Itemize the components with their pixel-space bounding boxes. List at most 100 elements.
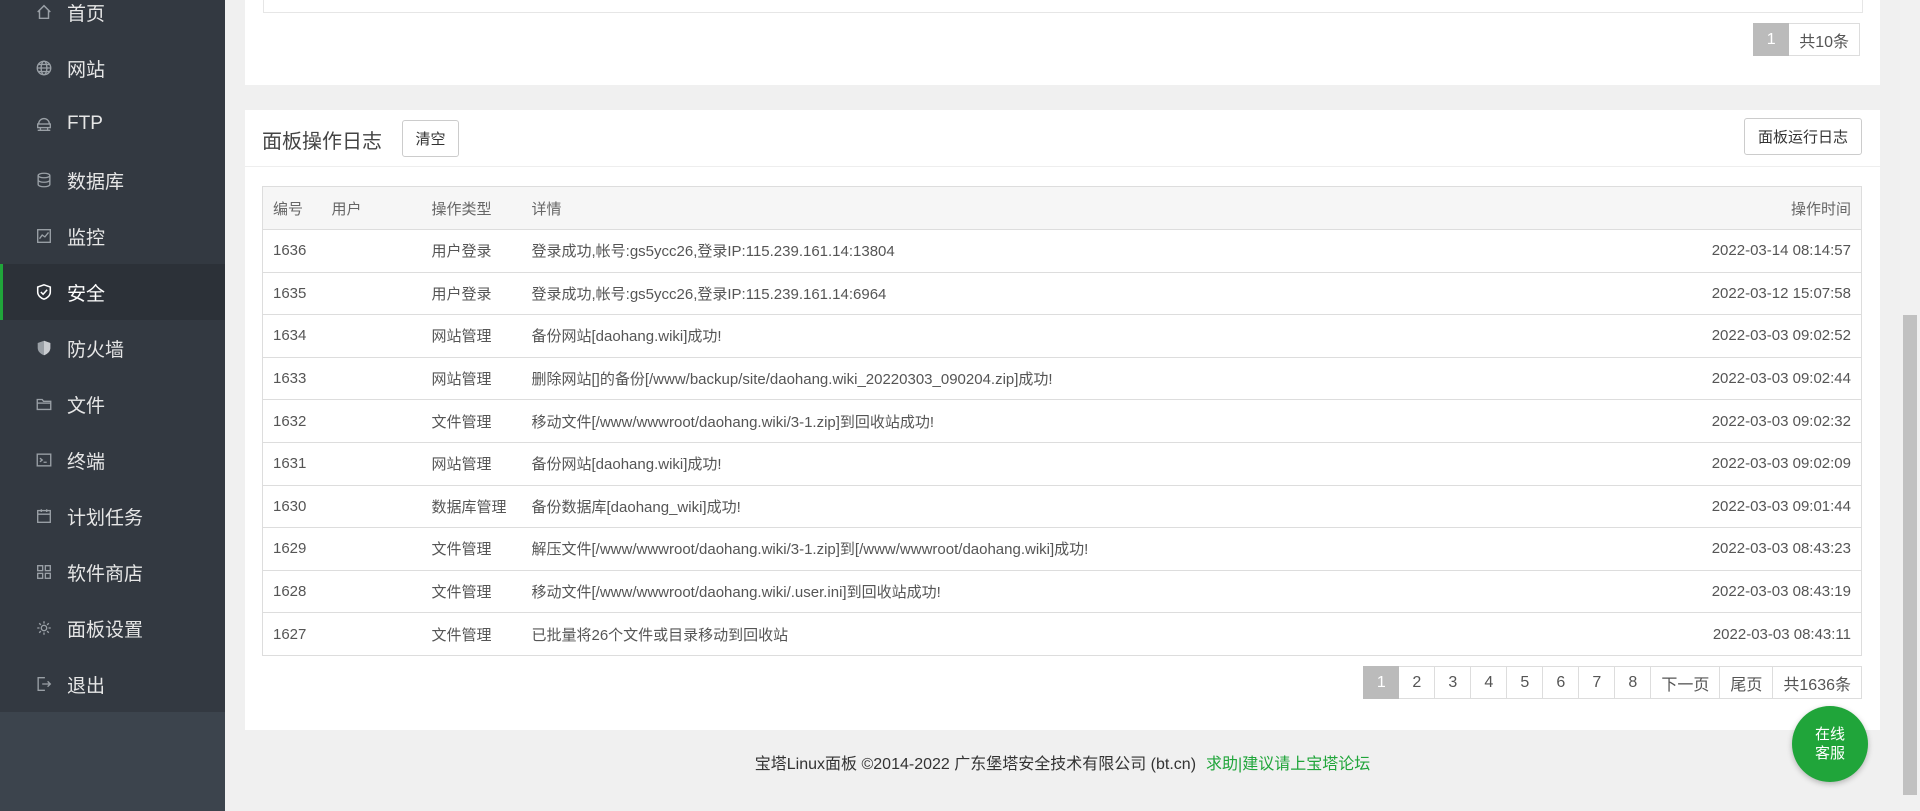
forum-link[interactable]: 求助|建议请上宝塔论坛 <box>1206 756 1370 773</box>
cell-type: 用户登录 <box>431 229 532 273</box>
log-title: 面板操作日志 <box>262 131 382 153</box>
sidebar-item-terminal[interactable]: 终端 <box>0 432 225 488</box>
cell-user <box>331 314 432 358</box>
sidebar-item-label: 计划任务 <box>67 507 144 529</box>
page-button-7[interactable]: 7 <box>1579 666 1616 699</box>
sidebar-item-home[interactable]: 首页 <box>0 0 225 40</box>
cell-id: 1636 <box>262 229 332 273</box>
sidebar-item-ftp[interactable]: FTP <box>0 96 225 152</box>
table-row: 1629 文件管理 解压文件[/www/wwwroot/daohang.wiki/3… <box>262 527 1862 571</box>
table-bottom-edge <box>263 0 1863 13</box>
ftp-icon <box>34 114 54 134</box>
panel-run-log-button[interactable]: 面板运行日志 <box>1744 118 1862 155</box>
cell-type: 文件管理 <box>431 612 532 656</box>
sidebar-nav: 首页 网站 FTP 数据库 监控 安全 防火墙 文件 终端 计划任务 软件商店 … <box>0 0 225 712</box>
cell-id: 1631 <box>262 441 332 486</box>
cell-time: 2022-03-03 09:02:32 <box>1661 399 1862 443</box>
last-page-button[interactable]: 尾页 <box>1720 666 1774 699</box>
table-row: 1628 文件管理 移动文件[/www/wwwroot/daohang.wiki/.… <box>262 569 1862 613</box>
cell-detail: 已批量将26个文件或目录移动到回收站 <box>531 612 1662 656</box>
sidebar-item-label: 网站 <box>67 59 106 81</box>
cell-time: 2022-03-03 08:43:23 <box>1661 527 1862 571</box>
column-header-time[interactable]: 操作时间 <box>1661 186 1862 230</box>
page-button-6[interactable]: 6 <box>1543 666 1580 699</box>
sidebar-item-website[interactable]: 网站 <box>0 40 225 96</box>
sidebar-item-firewall[interactable]: 防火墙 <box>0 320 225 376</box>
security-panel-top: 1 共10条 <box>245 0 1880 85</box>
online-service-button[interactable]: 在线 客服 <box>1792 706 1868 782</box>
home-icon <box>34 2 54 22</box>
shield-check-icon <box>34 282 54 302</box>
page-button-4[interactable]: 4 <box>1471 666 1508 699</box>
total-count: 共10条 <box>1789 23 1860 56</box>
cell-detail: 备份数据库[daohang_wiki]成功! <box>531 484 1662 528</box>
calendar-icon <box>34 506 54 526</box>
page-scrollbar[interactable] <box>1900 0 1920 811</box>
cell-user <box>331 356 432 400</box>
cell-user <box>331 527 432 571</box>
column-header-detail[interactable]: 详情 <box>531 186 1662 230</box>
cell-id: 1628 <box>262 569 332 613</box>
sidebar-item-label: 终端 <box>67 451 106 473</box>
sidebar: 首页 网站 FTP 数据库 监控 安全 防火墙 文件 终端 计划任务 软件商店 … <box>0 0 225 811</box>
column-header-id[interactable]: 编号 <box>262 186 332 230</box>
log-pagination: 1 2 3 4 5 6 7 8 下一页 尾页 共1636条 <box>1363 666 1862 699</box>
next-page-button[interactable]: 下一页 <box>1651 666 1721 699</box>
cell-detail: 移动文件[/www/wwwroot/daohang.wiki/.user.ini… <box>531 569 1662 613</box>
cell-detail: 登录成功,帐号:gs5ycc26,登录IP:115.239.161.14:696… <box>531 271 1662 315</box>
cell-time: 2022-03-14 08:14:57 <box>1661 229 1862 273</box>
column-header-type[interactable]: 操作类型 <box>431 186 532 230</box>
page-button-current[interactable]: 1 <box>1753 23 1790 56</box>
cell-time: 2022-03-03 09:01:44 <box>1661 484 1862 528</box>
sidebar-item-logout[interactable]: 退出 <box>0 656 225 712</box>
cell-id: 1629 <box>262 527 332 571</box>
cell-id: 1630 <box>262 484 332 528</box>
cell-id: 1633 <box>262 356 332 400</box>
cell-id: 1635 <box>262 271 332 315</box>
top-pagination: 1 共10条 <box>1753 23 1860 56</box>
sidebar-item-monitor[interactable]: 监控 <box>0 208 225 264</box>
page-button-5[interactable]: 5 <box>1507 666 1544 699</box>
column-header-user[interactable]: 用户 <box>331 186 432 230</box>
panel-operation-log: 面板操作日志 清空 面板运行日志 编号 用户 操作类型 详情 操作时间 1636… <box>245 110 1880 730</box>
sidebar-item-settings[interactable]: 面板设置 <box>0 600 225 656</box>
service-label-line2: 客服 <box>1814 745 1845 762</box>
cell-detail: 备份网站[daohang.wiki]成功! <box>531 441 1662 486</box>
cell-user <box>331 229 432 273</box>
log-header: 面板操作日志 清空 面板运行日志 <box>245 110 1880 167</box>
firewall-shield-icon <box>34 338 54 358</box>
sidebar-item-label: 防火墙 <box>67 339 125 361</box>
sidebar-item-security[interactable]: 安全 <box>0 264 225 320</box>
page-button-1[interactable]: 1 <box>1363 666 1400 699</box>
cell-detail: 登录成功,帐号:gs5ycc26,登录IP:115.239.161.14:138… <box>531 229 1662 273</box>
cell-type: 网站管理 <box>431 356 532 400</box>
page-button-2[interactable]: 2 <box>1399 666 1436 699</box>
sidebar-item-database[interactable]: 数据库 <box>0 152 225 208</box>
sidebar-item-store[interactable]: 软件商店 <box>0 544 225 600</box>
cell-id: 1634 <box>262 314 332 358</box>
operation-log-table: 编号 用户 操作类型 详情 操作时间 1636 用户登录 登录成功,帐号:gs5yc… <box>262 186 1862 656</box>
sidebar-item-cron[interactable]: 计划任务 <box>0 488 225 544</box>
sidebar-item-label: 安全 <box>67 283 106 305</box>
cell-type: 网站管理 <box>431 441 532 486</box>
page-button-8[interactable]: 8 <box>1615 666 1652 699</box>
table-row: 1631 网站管理 备份网站[daohang.wiki]成功! 2022-03-03 … <box>262 441 1862 486</box>
sidebar-item-files[interactable]: 文件 <box>0 376 225 432</box>
cell-user <box>331 484 432 528</box>
cell-user <box>331 441 432 486</box>
cell-user <box>331 612 432 656</box>
sidebar-item-label: 面板设置 <box>67 619 144 641</box>
database-icon <box>34 170 54 190</box>
cell-id: 1632 <box>262 399 332 443</box>
globe-icon <box>34 58 54 78</box>
cell-time: 2022-03-03 09:02:44 <box>1661 356 1862 400</box>
table-row: 1633 网站管理 删除网站[]的备份[/www/backup/site/daoha… <box>262 356 1862 400</box>
page-button-3[interactable]: 3 <box>1435 666 1472 699</box>
clear-log-button[interactable]: 清空 <box>402 120 459 157</box>
sidebar-item-label: 监控 <box>67 227 106 249</box>
cell-type: 数据库管理 <box>431 484 532 528</box>
sidebar-item-label: 数据库 <box>67 171 125 193</box>
service-label-line1: 在线 <box>1814 726 1845 743</box>
scrollbar-thumb[interactable] <box>1903 315 1917 795</box>
cell-detail: 备份网站[daohang.wiki]成功! <box>531 314 1662 358</box>
